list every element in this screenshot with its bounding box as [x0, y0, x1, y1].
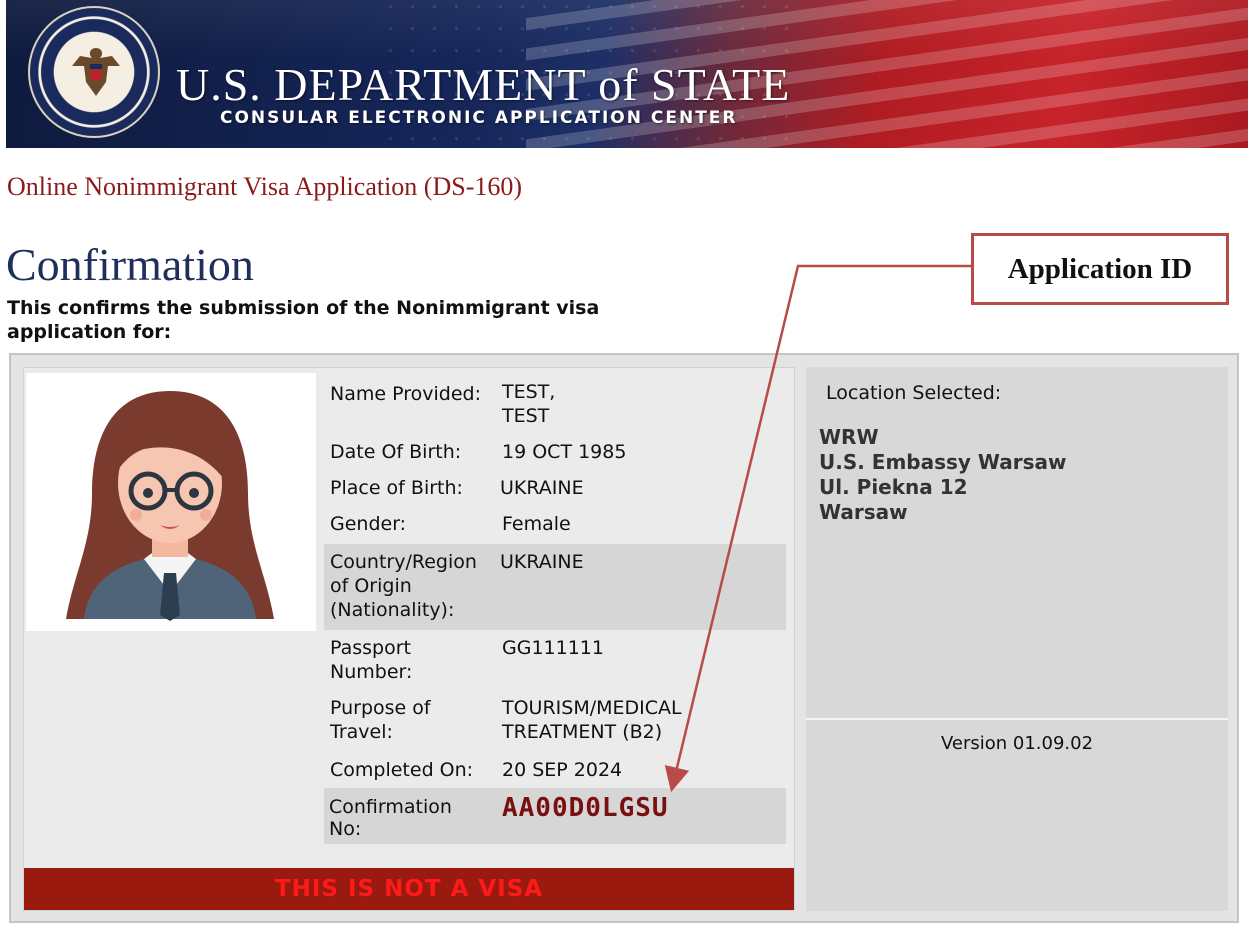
location-code: WRW	[819, 425, 879, 449]
row-dob: Date Of Birth: 19 OCT 1985	[324, 434, 786, 470]
dob-value: 19 OCT 1985	[502, 441, 627, 463]
row-gender: Gender: Female	[324, 506, 786, 542]
passport-label: Passport Number:	[330, 637, 413, 683]
row-passport: Passport Number: GG111111	[324, 630, 786, 690]
confirmation-card: Name Provided: TEST, TEST Date Of Birth:…	[9, 353, 1239, 923]
pob-value: UKRAINE	[500, 477, 584, 499]
eagle-icon	[72, 48, 120, 96]
row-nationality: Country/Region of Origin (Nationality): …	[324, 544, 786, 630]
completed-label: Completed On:	[330, 759, 474, 781]
location-panel: Location Selected: WRW U.S. Embassy Wars…	[806, 367, 1228, 911]
location-street: Ul. Piekna 12	[819, 475, 968, 499]
row-purpose: Purpose of Travel: TOURISM/MEDICAL TREAT…	[324, 690, 786, 750]
purpose-label: Purpose of Travel:	[330, 697, 431, 743]
location-embassy: U.S. Embassy Warsaw	[819, 450, 1067, 474]
confirmation-number: AA00D0LGSU	[502, 793, 669, 823]
completed-value: 20 SEP 2024	[502, 759, 623, 781]
location-label: Location Selected:	[826, 382, 1002, 404]
version-text: Version 01.09.02	[940, 733, 1094, 754]
site-banner: U.S. DEPARTMENT of STATE CONSULAR ELECTR…	[6, 0, 1248, 148]
callout-label: Application ID	[1007, 252, 1193, 285]
banner-subtitle: CONSULAR ELECTRONIC APPLICATION CENTER	[220, 108, 738, 128]
location-box: Location Selected: WRW U.S. Embassy Wars…	[806, 367, 1228, 720]
location-address: WRW U.S. Embassy Warsaw Ul. Piekna 12 Wa…	[819, 425, 1067, 525]
page-title: Confirmation	[6, 239, 254, 290]
applicant-photo	[26, 373, 316, 631]
location-city: Warsaw	[819, 500, 908, 524]
department-of-state-seal-icon	[28, 6, 160, 138]
passport-value: GG111111	[502, 637, 604, 659]
confirmation-label: Confirmation No:	[329, 796, 452, 840]
gender-value: Female	[502, 513, 571, 535]
pob-label: Place of Birth:	[330, 477, 463, 499]
row-name: Name Provided: TEST, TEST	[324, 368, 786, 434]
application-id-callout: Application ID	[971, 233, 1229, 305]
purpose-value: TOURISM/MEDICAL TREATMENT (B2)	[502, 697, 682, 743]
banner-title: U.S. DEPARTMENT of STATE	[176, 59, 791, 110]
row-place-of-birth: Place of Birth: UKRAINE	[324, 470, 786, 506]
dob-label: Date Of Birth:	[330, 441, 462, 463]
not-a-visa-banner: THIS IS NOT A VISA	[24, 868, 794, 910]
name-label: Name Provided:	[330, 383, 481, 405]
row-completed: Completed On: 20 SEP 2024	[324, 752, 786, 788]
row-confirmation: Confirmation No: AA00D0LGSU	[324, 788, 786, 844]
nationality-value: UKRAINE	[500, 551, 584, 573]
intro-text: This confirms the submission of the Noni…	[7, 297, 600, 343]
name-value: TEST, TEST	[502, 381, 556, 427]
applicant-photo-icon	[66, 391, 274, 621]
nationality-label: Country/Region of Origin (Nationality):	[330, 551, 477, 621]
gender-label: Gender:	[330, 513, 407, 535]
applicant-panel: Name Provided: TEST, TEST Date Of Birth:…	[23, 367, 795, 911]
application-title: Online Nonimmigrant Visa Application (DS…	[7, 172, 523, 201]
